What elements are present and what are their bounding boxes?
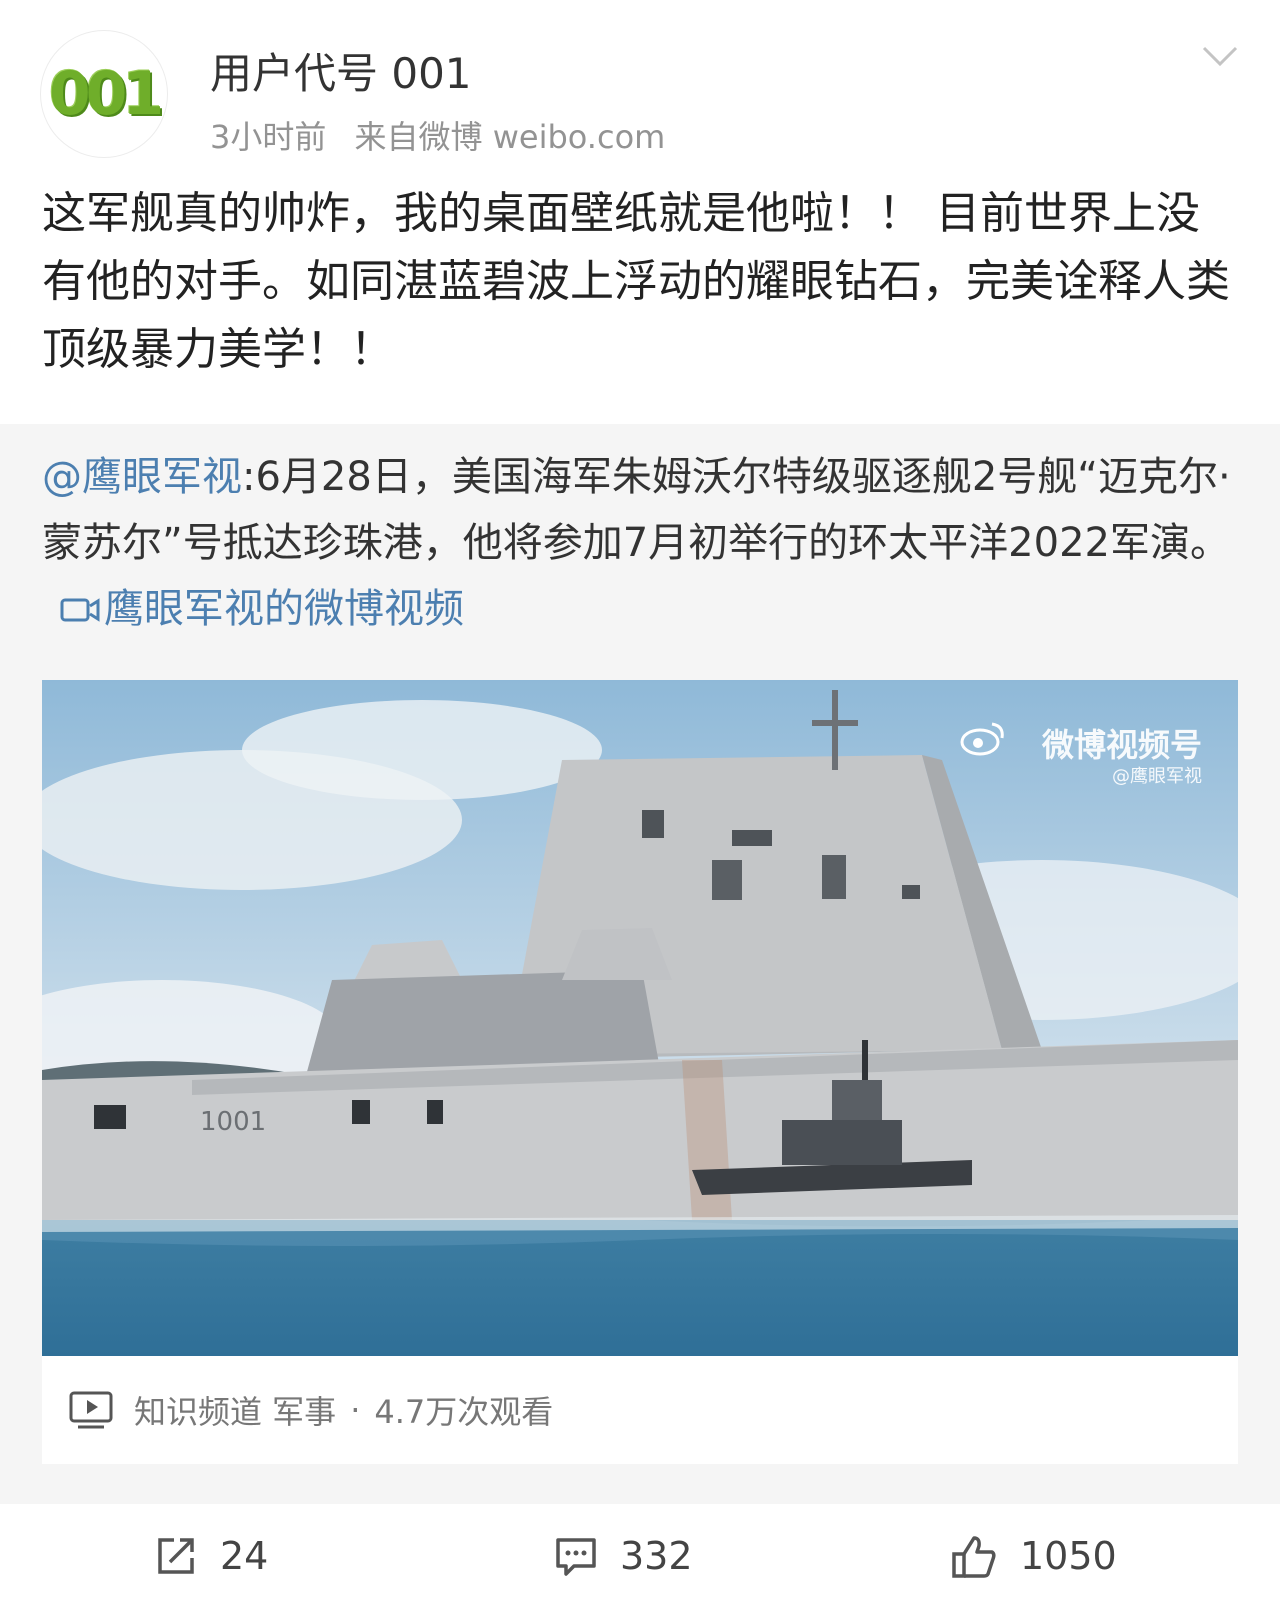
- weibo-logo-icon: [960, 722, 1004, 756]
- repost-text-block: @鹰眼军视:6月28日，美国海军朱姆沃尔特级驱逐舰2号舰“迈克尔·蒙苏尔”号抵达…: [42, 444, 1242, 642]
- video-channel: 知识频道 军事: [134, 1393, 337, 1431]
- post-header: 001 用户代号 001 3小时前 来自微博 weibo.com: [0, 0, 1280, 170]
- post-meta: 3小时前 来自微博 weibo.com: [210, 112, 683, 158]
- video-link[interactable]: 鹰眼军视的微博视频: [60, 586, 464, 632]
- video-views: 4.7万次观看: [374, 1393, 554, 1431]
- play-icon: [69, 1391, 113, 1429]
- weibo-post-page: 001 用户代号 001 3小时前 来自微博 weibo.com 这军舰真的帅炸…: [0, 0, 1280, 1607]
- comment-button[interactable]: 332: [554, 1530, 693, 1582]
- comment-count: 332: [620, 1534, 693, 1578]
- video-watermark: 微博视频号: [1041, 726, 1202, 764]
- post-time: 3小时前: [210, 118, 327, 156]
- comment-icon: [556, 1538, 596, 1576]
- avatar-text: 001: [48, 59, 164, 129]
- video-info-bar: 知识频道 军事 · 4.7万次观看: [42, 1356, 1238, 1464]
- repost-count: 24: [220, 1534, 269, 1578]
- repost-card[interactable]: @鹰眼军视:6月28日，美国海军朱姆沃尔特级驱逐舰2号舰“迈克尔·蒙苏尔”号抵达…: [0, 424, 1280, 1504]
- like-icon: [952, 1536, 996, 1578]
- video-link-label: 鹰眼军视的微博视频: [104, 586, 464, 632]
- mention-link[interactable]: @鹰眼军视: [42, 454, 242, 500]
- repost-button[interactable]: 24: [154, 1530, 268, 1582]
- separator-dot: ·: [350, 1391, 361, 1429]
- hull-number: 1001: [200, 1107, 266, 1137]
- video-player[interactable]: 1001 微博视频号 @鹰眼军视: [42, 680, 1238, 1356]
- username[interactable]: 用户代号 001: [210, 40, 472, 101]
- like-count: 1050: [1020, 1534, 1117, 1578]
- video-link-icon: [60, 598, 100, 622]
- action-bar: 24 332 1050: [0, 1504, 1280, 1607]
- video-frame-ship: 1001: [42, 680, 1238, 1356]
- chevron-down-icon[interactable]: [1200, 42, 1240, 72]
- video-watermark-sub: @鹰眼军视: [1112, 766, 1202, 787]
- post-source: 来自微博 weibo.com: [354, 118, 666, 156]
- avatar[interactable]: 001: [40, 30, 168, 158]
- repost-icon: [158, 1538, 194, 1574]
- post-text: 这军舰真的帅炸，我的桌面壁纸就是他啦！！ 目前世界上没有他的对手。如同湛蓝碧波上…: [42, 188, 1230, 375]
- like-button[interactable]: 1050: [950, 1530, 1117, 1582]
